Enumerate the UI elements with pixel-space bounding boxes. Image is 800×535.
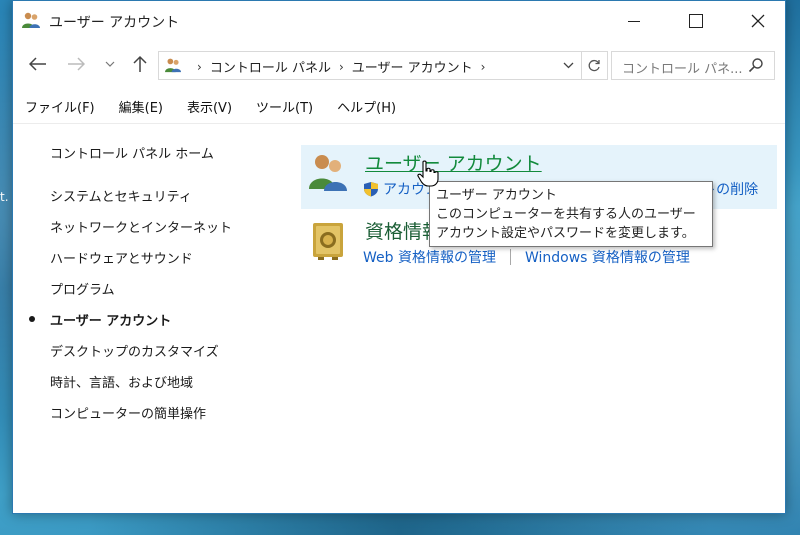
window-title: ユーザー アカウント xyxy=(49,15,180,31)
tooltip-body: このコンピューターを共有する人のユーザー アカウント設定やパスワードを変更します… xyxy=(436,207,696,241)
menu-file[interactable]: ファイル(F) xyxy=(13,93,107,119)
menu-edit[interactable]: 編集(E) xyxy=(107,93,175,119)
nav-ease-of-access[interactable]: コンピューターの簡単操作 xyxy=(50,403,206,422)
control-panel-window: ユーザー アカウント › コントロール パネル › ユーザー アカウント › コ… xyxy=(12,0,786,514)
refresh-button[interactable] xyxy=(581,52,606,79)
recent-locations-button[interactable] xyxy=(99,53,121,75)
address-dropdown-button[interactable] xyxy=(559,56,577,74)
address-bar[interactable]: › コントロール パネル › ユーザー アカウント › xyxy=(158,51,608,80)
title-bar[interactable]: ユーザー アカウント xyxy=(13,1,785,41)
category-title-user-accounts[interactable]: ユーザー アカウント xyxy=(365,149,542,176)
nav-appearance[interactable]: デスクトップのカスタマイズ xyxy=(50,341,219,360)
menu-bar: ファイル(F) 編集(E) 表示(V) ツール(T) ヘルプ(H) xyxy=(13,93,785,119)
chevron-down-icon xyxy=(105,61,115,67)
breadcrumb: › コントロール パネル › ユーザー アカウント › xyxy=(189,57,493,77)
hand-cursor-icon xyxy=(417,160,439,187)
arrow-up-icon xyxy=(133,55,147,72)
refresh-icon xyxy=(588,59,600,71)
category-links: Web 資格情報の管理 Windows 資格情報の管理 xyxy=(363,247,690,267)
breadcrumb-separator-icon[interactable]: › xyxy=(481,60,486,74)
control-panel-home-link[interactable]: コントロール パネル ホーム xyxy=(50,143,214,162)
link-manage-windows-credentials[interactable]: Windows 資格情報の管理 xyxy=(525,247,690,267)
search-icon[interactable] xyxy=(748,57,764,73)
menu-help[interactable]: ヘルプ(H) xyxy=(325,93,408,119)
menu-tools[interactable]: ツール(T) xyxy=(244,93,325,119)
close-icon xyxy=(751,14,765,28)
breadcrumb-separator-icon[interactable]: › xyxy=(339,60,344,74)
tooltip-title: ユーザー アカウント xyxy=(436,188,557,203)
breadcrumb-user-accounts[interactable]: ユーザー アカウント xyxy=(352,57,473,76)
current-item-bullet xyxy=(29,316,35,322)
search-box[interactable]: コントロール パネ... xyxy=(611,51,775,80)
credential-vault-icon xyxy=(313,223,343,260)
link-separator xyxy=(509,249,511,265)
user-accounts-icon xyxy=(22,12,40,28)
maximize-button[interactable] xyxy=(671,1,721,41)
forward-button[interactable] xyxy=(65,53,87,75)
tooltip: ユーザー アカウント このコンピューターを共有する人のユーザー アカウント設定や… xyxy=(429,181,713,247)
chevron-down-icon xyxy=(563,62,573,68)
minimize-icon xyxy=(628,20,640,22)
breadcrumb-separator-icon[interactable]: › xyxy=(197,60,202,74)
desktop-edge-text: t. xyxy=(0,190,9,204)
maximize-icon xyxy=(689,14,703,28)
nav-user-accounts[interactable]: ユーザー アカウント xyxy=(50,310,171,329)
back-button[interactable] xyxy=(27,53,49,75)
left-nav: コントロール パネル ホーム システムとセキュリティ ネットワークとインターネッ… xyxy=(13,123,283,513)
link-manage-web-credentials[interactable]: Web 資格情報の管理 xyxy=(363,247,496,267)
menu-view[interactable]: 表示(V) xyxy=(175,93,244,119)
nav-system-security[interactable]: システムとセキュリティ xyxy=(50,186,192,205)
uac-shield-icon xyxy=(364,182,378,197)
nav-clock-language-region[interactable]: 時計、言語、および地域 xyxy=(50,372,193,391)
minimize-button[interactable] xyxy=(609,1,659,41)
arrow-left-icon xyxy=(29,57,46,71)
user-accounts-icon xyxy=(165,58,181,73)
search-placeholder: コントロール パネ... xyxy=(622,62,743,77)
nav-hardware-sound[interactable]: ハードウェアとサウンド xyxy=(50,248,193,267)
close-button[interactable] xyxy=(733,1,783,41)
arrow-right-icon xyxy=(68,57,85,71)
user-accounts-icon xyxy=(309,155,347,191)
breadcrumb-control-panel[interactable]: コントロール パネル xyxy=(210,57,331,76)
nav-network-internet[interactable]: ネットワークとインターネット xyxy=(50,217,232,236)
nav-programs[interactable]: プログラム xyxy=(50,279,115,298)
navigation-bar: › コントロール パネル › ユーザー アカウント › コントロール パネ... xyxy=(13,47,785,81)
up-button[interactable] xyxy=(129,53,151,75)
